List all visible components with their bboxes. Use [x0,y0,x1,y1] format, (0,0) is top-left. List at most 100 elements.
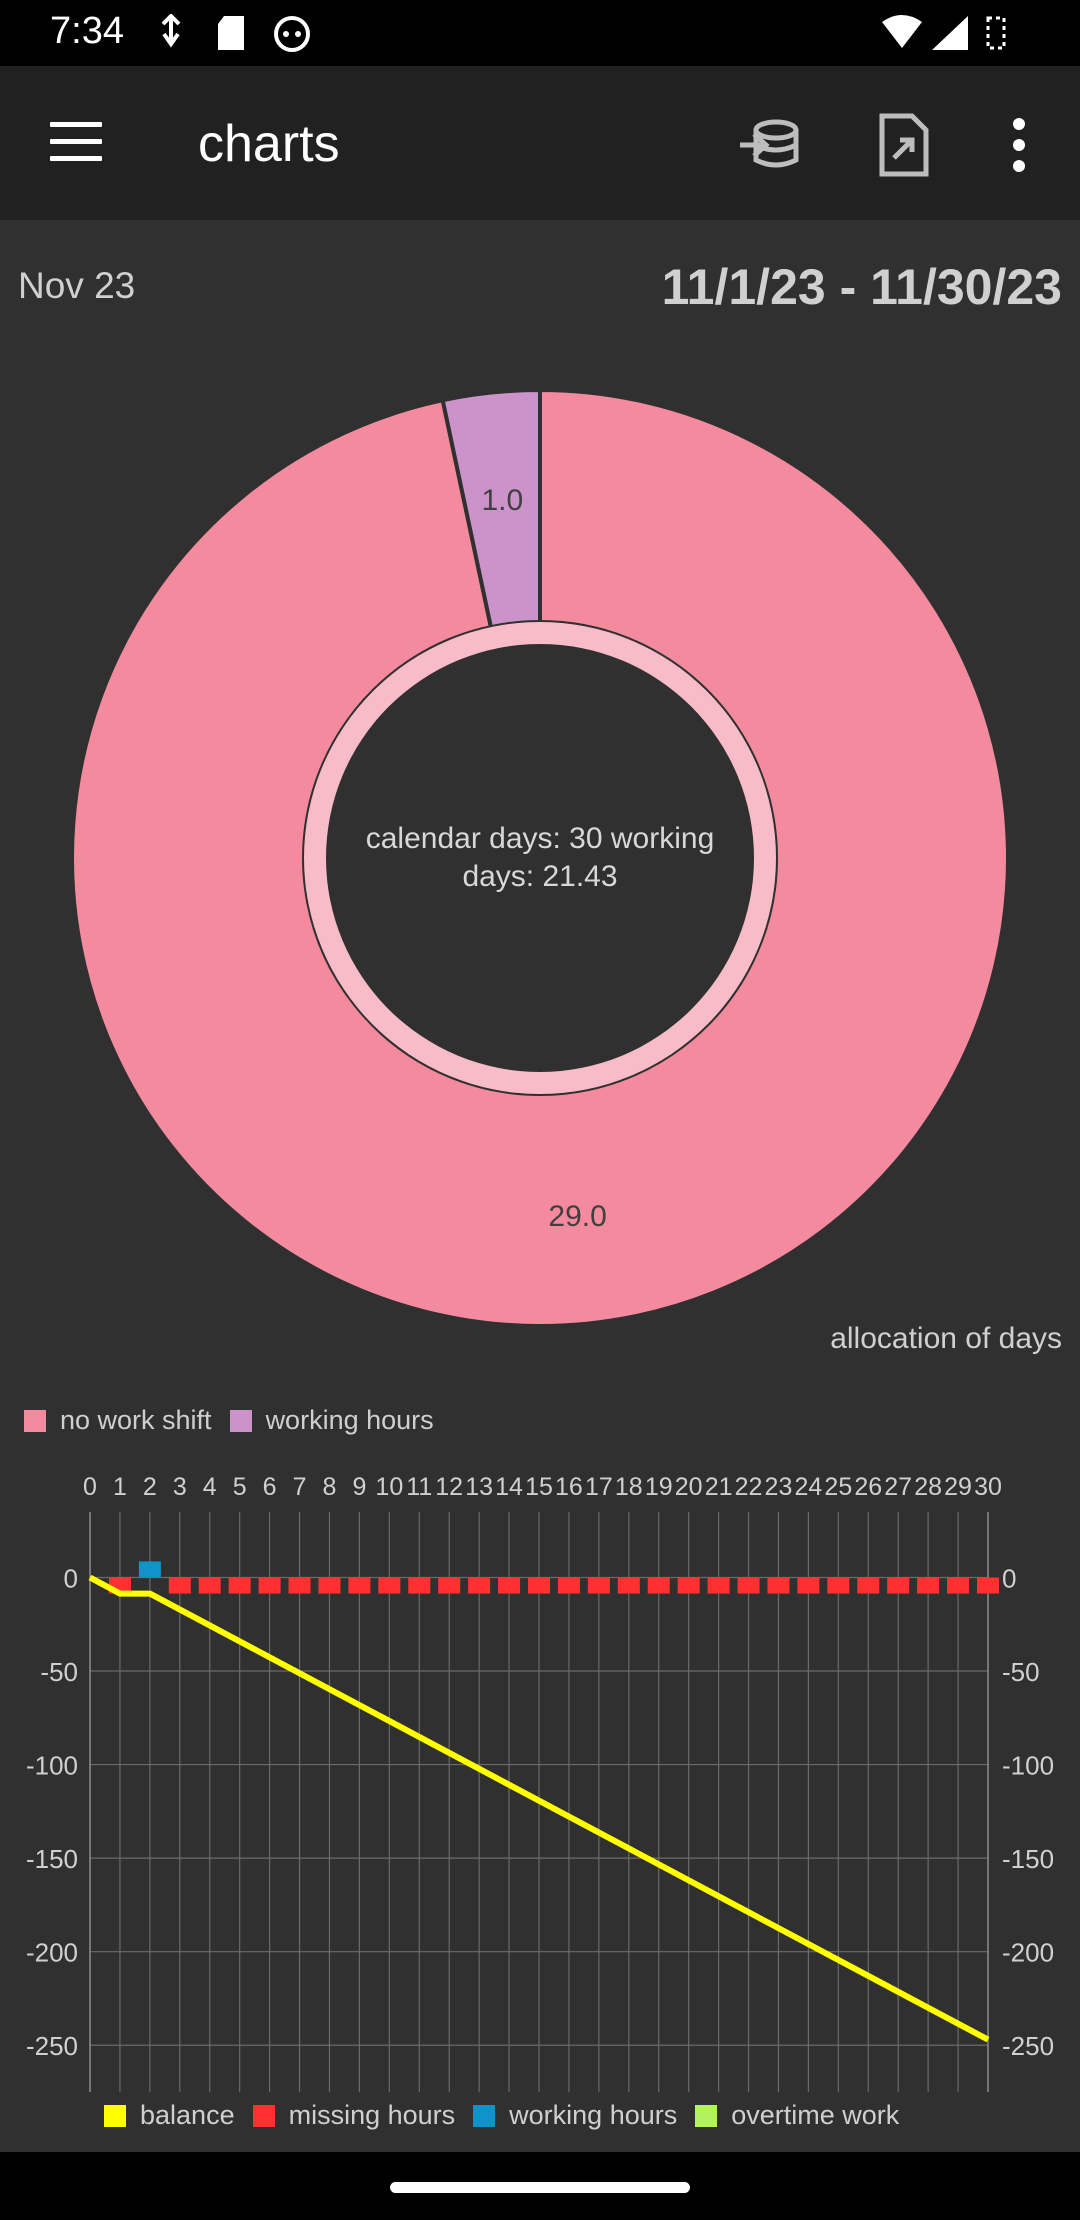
pie-description: allocation of days [830,1322,1062,1355]
status-bar: 7:34 [0,0,1080,66]
x-tick-label: 8 [323,1473,337,1501]
donut-hole [326,644,754,1072]
legend-swatch [473,2104,496,2127]
file-export-icon[interactable] [868,110,938,180]
period-label[interactable]: Nov 23 [18,265,135,307]
x-tick-label: 21 [705,1473,733,1501]
legend-label: working hours [509,2100,678,2130]
x-tick-label: 19 [645,1473,673,1501]
bar-missing-hours[interactable] [887,1577,910,1594]
app-bar: charts [0,66,1080,220]
donut-center-text: calendar days: 30 working [366,822,715,855]
bar-missing-hours[interactable] [617,1577,640,1594]
legend-item-missing-hours: missing hours [252,2100,456,2131]
wifi-icon [882,15,922,48]
pie-legend: no work shift working hours [24,1405,452,1436]
bar-missing-hours[interactable] [348,1577,371,1594]
y-tick-label-right: -200 [1002,1938,1054,1968]
x-tick-label: 25 [824,1473,852,1501]
bar-missing-hours[interactable] [168,1577,191,1594]
y-tick-label-left: -250 [26,2031,78,2061]
bar-missing-hours[interactable] [528,1577,550,1594]
legend-item-working-hours: working hours [473,2100,677,2131]
y-tick-label-left: -100 [26,1751,78,1781]
y-tick-label-left: -150 [26,1844,78,1874]
more-options-icon[interactable] [984,110,1054,180]
cat-face-icon [274,16,310,52]
page-title: charts [198,115,340,173]
x-tick-label: 5 [233,1473,247,1501]
legend-swatch [24,1409,46,1432]
pie-chart[interactable]: 29.0 1.0 calendar days: 30 working days: 21… [0,360,1080,1355]
y-tick-label-right: -250 [1002,2031,1054,2061]
home-gesture-handle[interactable] [390,2182,690,2193]
usb-debug-icon [161,14,181,48]
bar-missing-hours[interactable] [258,1577,281,1594]
x-tick-label: 12 [435,1473,463,1501]
bar-missing-hours[interactable] [647,1577,670,1594]
bar-missing-hours[interactable] [438,1577,461,1594]
y-tick-label-right: -150 [1002,1844,1054,1874]
bar-missing-hours[interactable] [767,1577,790,1594]
y-tick-label-right: 0 [1002,1563,1016,1593]
menu-icon[interactable] [50,122,104,164]
x-tick-label: 10 [375,1473,403,1501]
bar-missing-hours[interactable] [677,1577,700,1594]
bar-missing-hours[interactable] [468,1577,491,1594]
legend-swatch [229,1409,252,1432]
y-tick-label-left: -200 [26,1938,78,1968]
x-tick-label: 20 [675,1473,703,1501]
legend-item-balance: balance [104,2100,235,2131]
legend-label: balance [140,2100,235,2130]
x-tick-label: 15 [525,1473,553,1501]
x-tick-label: 14 [495,1473,523,1501]
y-tick-label-right: -100 [1002,1751,1054,1781]
hours-chart-legend: balance missing hours working hours over… [104,2100,917,2131]
x-tick-label: 22 [735,1473,763,1501]
database-export-icon[interactable] [736,110,806,180]
x-tick-label: 13 [465,1473,493,1501]
bar-missing-hours[interactable] [557,1577,580,1594]
bar-missing-hours[interactable] [707,1577,730,1594]
x-tick-label: 4 [203,1473,217,1501]
bar-missing-hours[interactable] [917,1577,940,1594]
bar-missing-hours[interactable] [288,1577,311,1594]
bar-missing-hours[interactable] [498,1577,521,1594]
legend-label: missing hours [288,2100,456,2130]
x-tick-label: 7 [293,1473,307,1501]
bar-missing-hours[interactable] [408,1577,431,1594]
legend-item-working-hours: working hours [229,1405,434,1436]
bar-missing-hours[interactable] [857,1577,880,1594]
bar-missing-hours[interactable] [228,1577,251,1594]
x-tick-label: 11 [406,1473,432,1501]
date-range-label[interactable]: 11/1/23 - 11/30/23 [662,258,1062,316]
bar-missing-hours[interactable] [827,1577,850,1594]
bar-missing-hours[interactable] [318,1577,341,1594]
x-tick-label: 9 [352,1473,366,1501]
x-tick-label: 30 [974,1473,1002,1501]
bar-missing-hours[interactable] [797,1577,820,1594]
bar-working-hours[interactable] [138,1561,161,1578]
bar-missing-hours[interactable] [587,1577,610,1594]
x-tick-label: 17 [585,1473,613,1501]
y-tick-label-left: 0 [64,1563,78,1593]
legend-item-overtime-work: overtime work [695,2100,899,2131]
bar-missing-hours[interactable] [198,1577,221,1594]
bar-missing-hours[interactable] [977,1577,999,1594]
sd-card-icon [218,16,244,50]
legend-swatch [104,2104,126,2127]
x-tick-label: 18 [615,1473,643,1501]
legend-swatch [695,2104,718,2127]
x-tick-label: 24 [794,1473,822,1501]
y-tick-label-right: -50 [1002,1657,1040,1687]
legend-item-no-work-shift: no work shift [24,1405,212,1436]
x-tick-label: 26 [854,1473,882,1501]
signal-icon [932,16,968,50]
x-tick-label: 16 [555,1473,583,1501]
battery-icon [986,16,1006,50]
legend-swatch [252,2104,275,2127]
bar-missing-hours[interactable] [737,1577,760,1594]
bar-missing-hours[interactable] [947,1577,970,1594]
hours-chart[interactable]: 0 1 2 3 4 5 6 7 8 9 10 11 12 13 14 15 16 17 18 19 20 21 22 23 24… [0,1460,1080,2120]
bar-missing-hours[interactable] [378,1577,401,1594]
